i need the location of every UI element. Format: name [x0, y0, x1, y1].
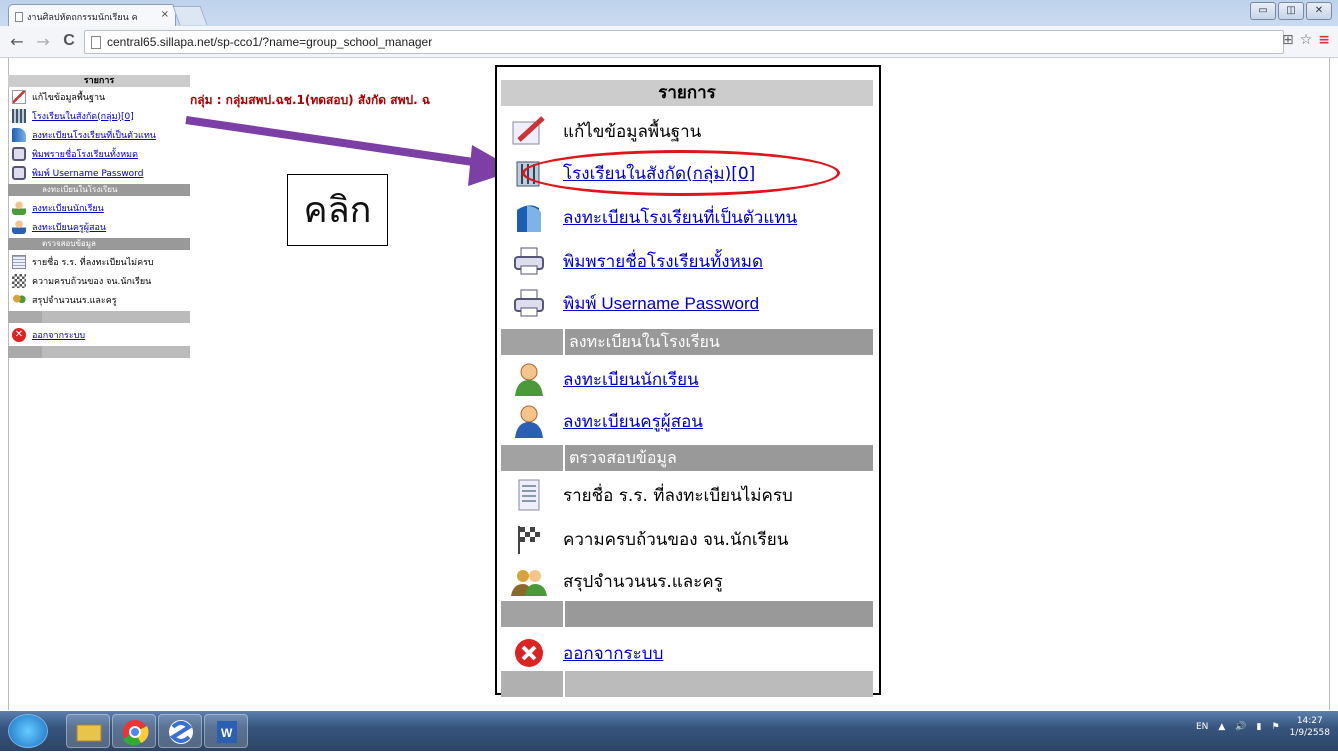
office-building-icon [12, 127, 26, 142]
printer-icon [12, 165, 26, 180]
reload-button[interactable]: C [58, 32, 80, 50]
page-icon [15, 12, 23, 22]
taskbar: W EN ▲ 🔊 ▮ ⚑ 14:27 1/9/2558 [0, 711, 1338, 751]
zoom-menu-header: รายการ [501, 80, 873, 106]
menu-footer-bar [8, 346, 190, 358]
document-list-icon [511, 478, 547, 512]
zoom-section-register: ลงทะเบียนในโรงเรียน [501, 329, 873, 355]
zoom-item-incomplete[interactable]: รายชื่อ ร.ร. ที่ลงทะเบียนไม่ครบ [501, 475, 873, 515]
tab-title: งานศิลปหัตถกรรมนักเรียน ค [27, 13, 138, 23]
menu-item-edit[interactable]: แก้ไขข้อมูลพื้นฐาน [8, 87, 190, 106]
section-register: ลงทะเบียนในโรงเรียน [8, 184, 190, 196]
office-building-icon [511, 200, 547, 234]
edit-pencil-icon [12, 89, 26, 104]
zoom-footer-bar [501, 671, 873, 697]
student-icon [12, 200, 26, 215]
close-window-button[interactable]: ✕ [1306, 2, 1332, 20]
browser-menu-icon[interactable]: ≡ [1318, 32, 1330, 48]
forward-button[interactable]: → [32, 32, 54, 51]
clock[interactable]: 14:27 1/9/2558 [1290, 715, 1330, 739]
building-grid-icon [12, 108, 26, 123]
tab-close-icon[interactable]: × [161, 9, 169, 20]
translate-icon[interactable]: ⊞ [1282, 32, 1294, 48]
maximize-button[interactable]: ◫ [1278, 2, 1304, 20]
printer-icon [511, 286, 547, 320]
menu-item-schools[interactable]: โรงเรียนในสังกัด(กลุ่ม)[0] [8, 106, 190, 125]
zoom-item-represent[interactable]: ลงทะเบียนโรงเรียนที่เป็นตัวแทน [501, 197, 873, 237]
zoom-item-students[interactable]: ลงทะเบียนนักเรียน [501, 359, 873, 399]
checkered-flag-icon [12, 273, 26, 288]
printer-icon [12, 146, 26, 161]
section-check: ตรวจสอบข้อมูล [8, 238, 190, 250]
app-swirl-icon[interactable] [158, 714, 202, 748]
student-icon [511, 362, 547, 396]
chrome-icon[interactable] [112, 714, 156, 748]
new-tab-button[interactable] [172, 6, 208, 25]
menu-item-incomplete[interactable]: รายชื่อ ร.ร. ที่ลงทะเบียนไม่ครบ [8, 252, 190, 271]
click-label: คลิก [287, 174, 388, 246]
browser-toolbar: ← → C central65.sillapa.net/sp-cco1/?nam… [0, 26, 1338, 58]
annotation-highlight-ellipse [522, 150, 840, 196]
title-bar: งานศิลปหัตถกรรมนักเรียน ค × ▭ ◫ ✕ [0, 0, 1338, 26]
word-icon[interactable]: W [204, 714, 248, 748]
start-button[interactable] [8, 714, 48, 748]
volume-icon[interactable]: 🔊 [1235, 722, 1246, 732]
menu-item-logout[interactable]: ✕ ออกจากระบบ [8, 325, 190, 344]
url-text: central65.sillapa.net/sp-cco1/?name=grou… [107, 35, 433, 49]
browser-tab[interactable]: งานศิลปหัตถกรรมนักเรียน ค × [8, 4, 176, 26]
tray-arrow-icon[interactable]: ▲ [1218, 722, 1225, 732]
edit-pencil-icon [511, 114, 547, 148]
teacher-icon [12, 219, 26, 234]
zoom-item-summary[interactable]: สรุปจำนวนนร.และครู [501, 561, 873, 601]
system-tray: EN ▲ 🔊 ▮ ⚑ 14:27 1/9/2558 [1196, 715, 1330, 739]
file-explorer-icon[interactable] [66, 714, 110, 748]
menu-item-students[interactable]: ลงทะเบียนนักเรียน [8, 198, 190, 217]
document-list-icon [12, 254, 26, 269]
group-title: กลุ่ม : กลุ่มสพป.ฉช.1(ทดสอบ) สังกัด สพป.… [190, 93, 431, 107]
svg-text:W: W [221, 726, 233, 740]
zoom-item-edit[interactable]: แก้ไขข้อมูลพื้นฐาน [501, 111, 873, 151]
logout-x-icon [511, 636, 547, 670]
menu-item-completeness[interactable]: ความครบถ้วนของ จน.นักเรียน [8, 271, 190, 290]
zoom-item-completeness[interactable]: ความครบถ้วนของ จน.นักเรียน [501, 519, 873, 559]
back-button[interactable]: ← [6, 32, 28, 51]
zoom-item-teachers[interactable]: ลงทะเบียนครูผู้สอน [501, 401, 873, 441]
zoom-item-print-user[interactable]: พิมพ์ Username Password [501, 283, 873, 323]
people-group-icon [12, 292, 26, 307]
date: 1/9/2558 [1289, 728, 1330, 738]
menu-item-print-user[interactable]: พิมพ์ Username Password [8, 163, 190, 182]
zoom-divider-bar [501, 601, 873, 627]
minimize-button[interactable]: ▭ [1250, 2, 1276, 20]
bookmark-star-icon[interactable]: ☆ [1300, 32, 1313, 48]
page-info-icon [91, 36, 101, 49]
time: 14:27 [1296, 716, 1323, 726]
menu-item-summary[interactable]: สรุปจำนวนนร.และครู [8, 290, 190, 309]
menu-item-teachers[interactable]: ลงทะเบียนครูผู้สอน [8, 217, 190, 236]
zoom-item-logout[interactable]: ออกจากระบบ [501, 633, 873, 673]
teacher-icon [511, 404, 547, 438]
people-group-icon [511, 564, 547, 598]
address-bar[interactable]: central65.sillapa.net/sp-cco1/?name=grou… [84, 30, 1284, 54]
language-indicator[interactable]: EN [1196, 722, 1208, 732]
flag-icon[interactable]: ⚑ [1272, 722, 1280, 732]
left-menu: รายการ แก้ไขข้อมูลพื้นฐาน โรงเรียนในสังก… [8, 75, 190, 360]
browser-chrome: งานศิลปหัตถกรรมนักเรียน ค × ▭ ◫ ✕ ← → C … [0, 0, 1338, 58]
network-icon[interactable]: ▮ [1257, 722, 1262, 732]
menu-item-print-list[interactable]: พิมพรายชื่อโรงเรียนทั้งหมด [8, 144, 190, 163]
printer-icon [511, 244, 547, 278]
logout-x-icon: ✕ [12, 327, 26, 342]
zoom-item-print-list[interactable]: พิมพรายชื่อโรงเรียนทั้งหมด [501, 241, 873, 281]
menu-item-represent[interactable]: ลงทะเบียนโรงเรียนที่เป็นตัวแทน [8, 125, 190, 144]
checkered-flag-icon [511, 522, 547, 556]
menu-header: รายการ [8, 75, 190, 87]
menu-divider [8, 311, 190, 323]
zoom-section-check: ตรวจสอบข้อมูล [501, 445, 873, 471]
